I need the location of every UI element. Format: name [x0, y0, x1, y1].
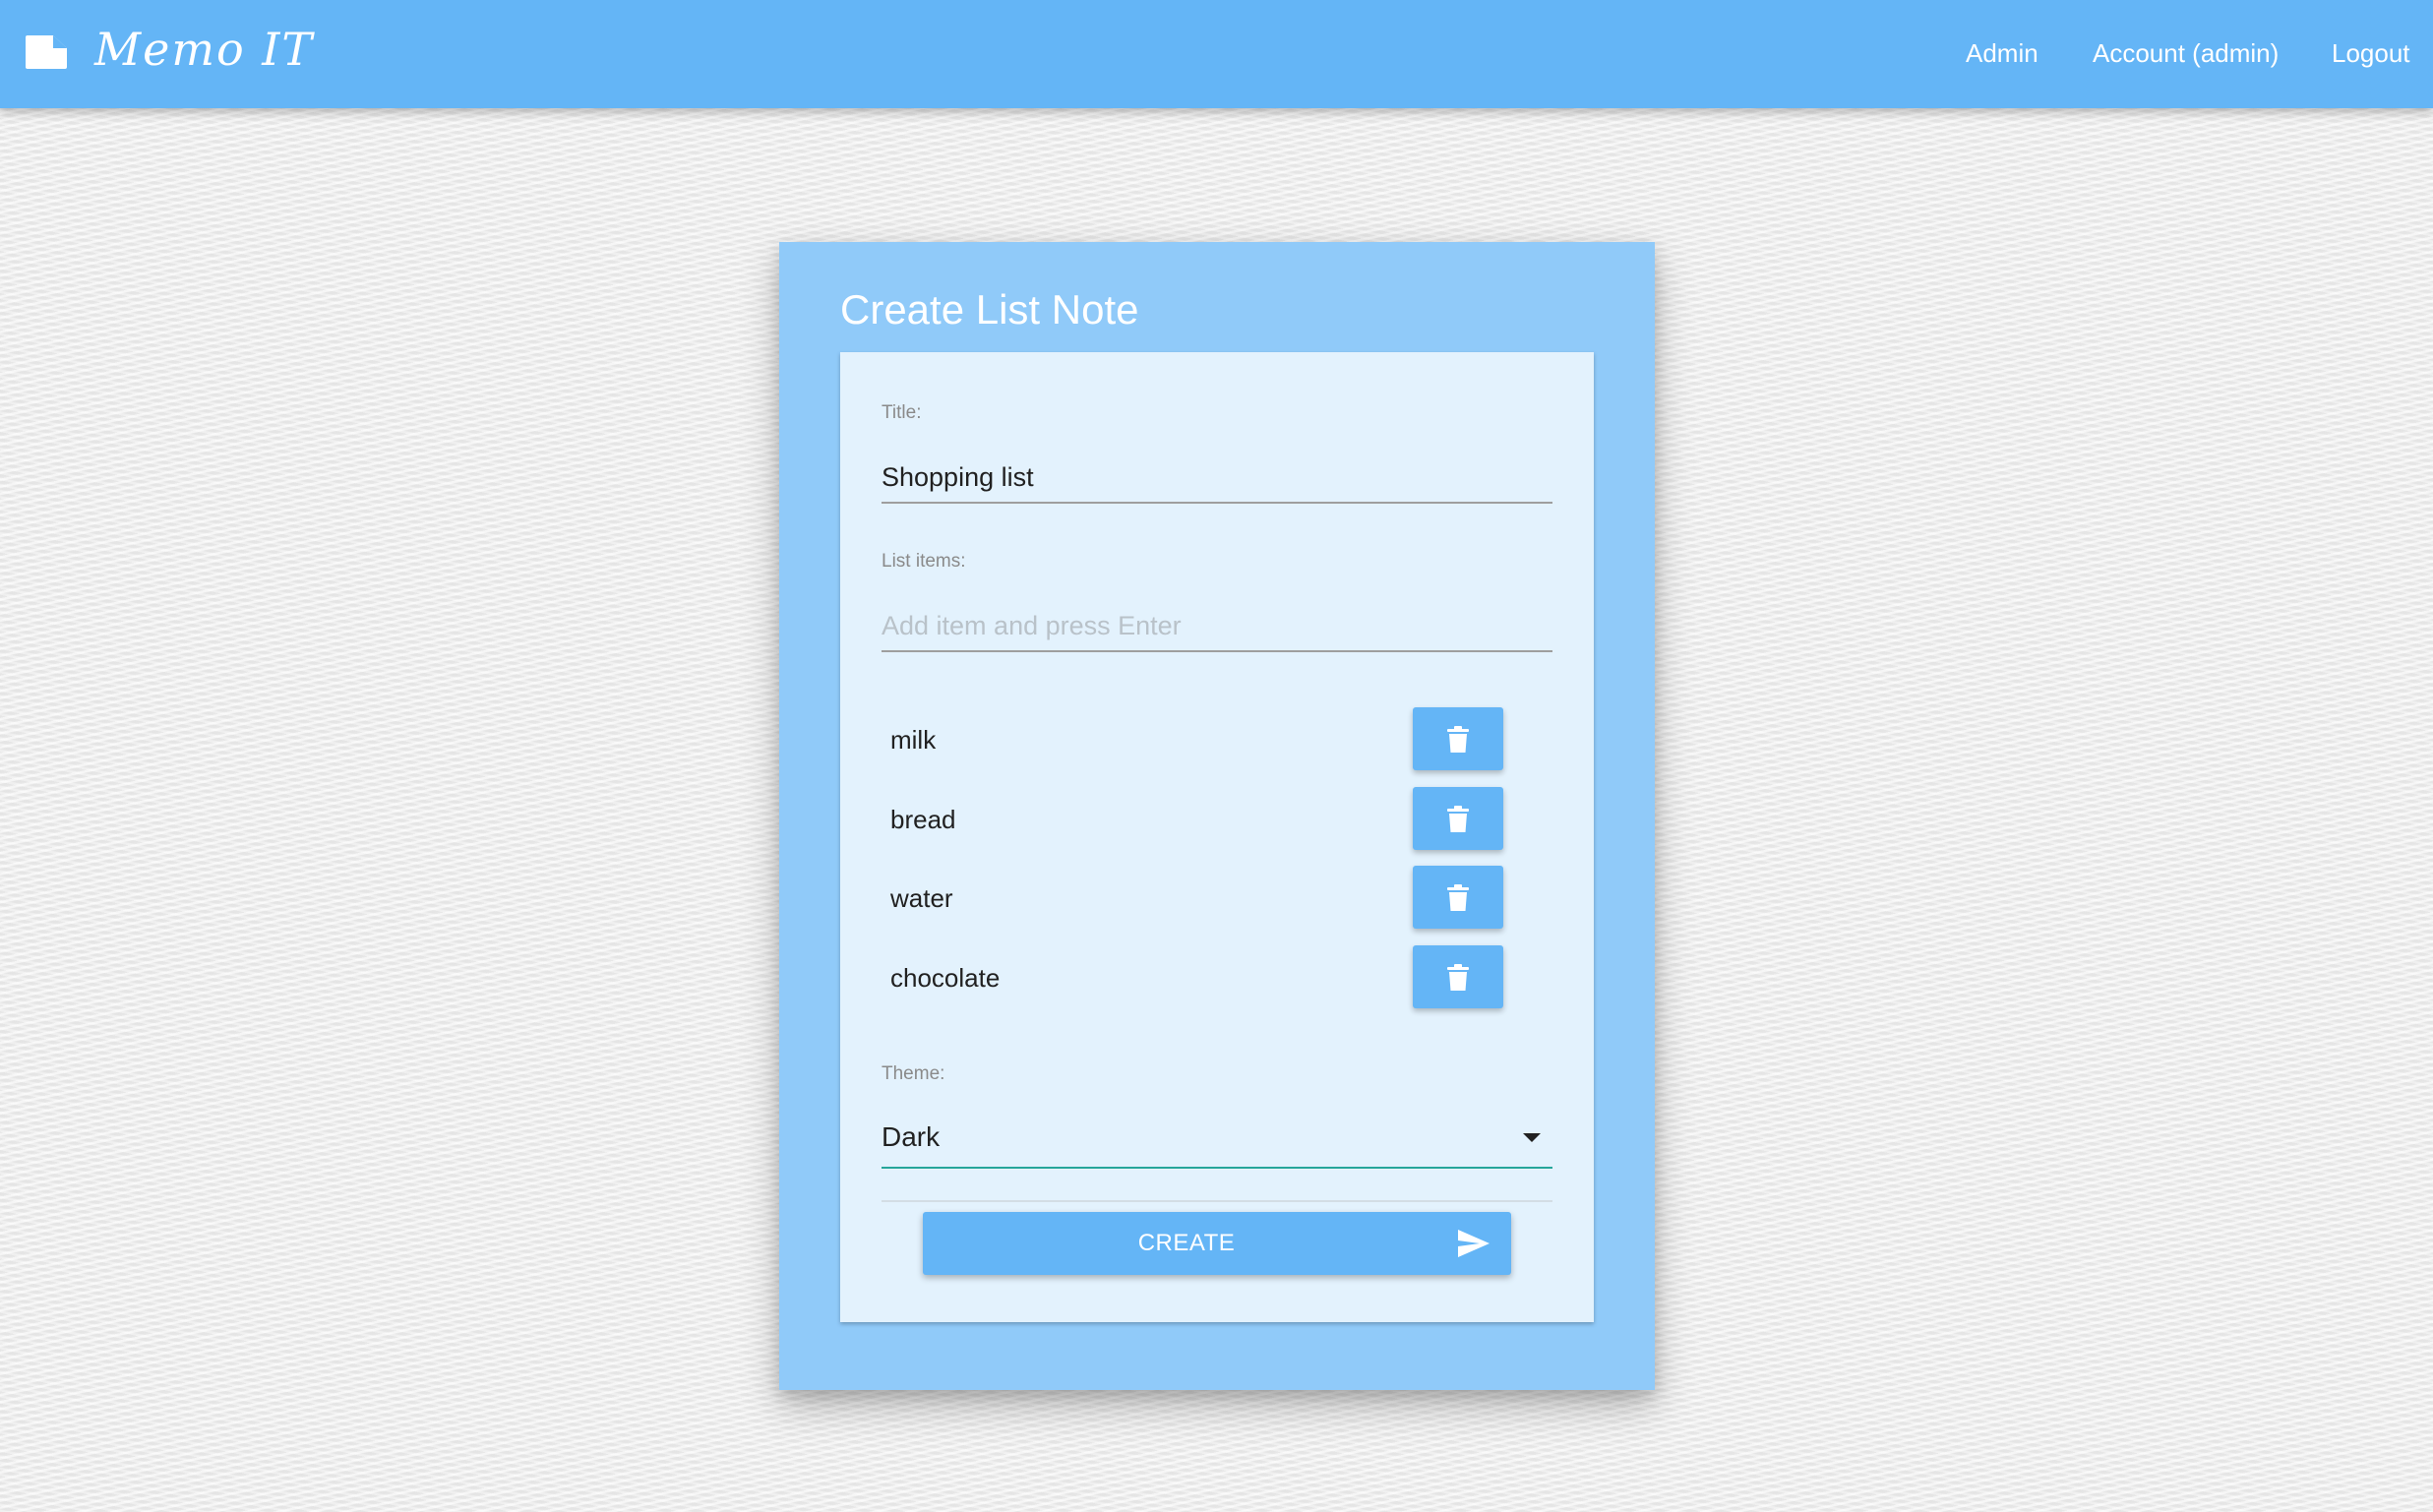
- list-item-label: milk: [890, 725, 937, 755]
- theme-label: Theme:: [882, 1063, 945, 1084]
- theme-select[interactable]: Dark: [882, 1110, 1552, 1169]
- list-item: water: [882, 866, 1552, 931]
- note-form: Title: List items: milk bread: [840, 352, 1594, 1322]
- list-item-input[interactable]: [882, 601, 1552, 652]
- delete-item-button[interactable]: [1413, 707, 1503, 770]
- trash-icon: [1447, 726, 1469, 753]
- note-icon: [26, 35, 67, 69]
- nav-link-account[interactable]: Account (admin): [2093, 35, 2279, 71]
- list-item: milk: [882, 707, 1552, 772]
- delete-item-button[interactable]: [1413, 787, 1503, 850]
- create-button[interactable]: CREATE: [923, 1212, 1511, 1275]
- list-item: chocolate: [882, 945, 1552, 1010]
- delete-item-button[interactable]: [1413, 866, 1503, 929]
- list-items-label: List items:: [882, 551, 966, 572]
- trash-icon: [1447, 884, 1469, 911]
- title-input[interactable]: [882, 453, 1552, 504]
- list-item-label: bread: [890, 805, 956, 834]
- delete-item-button[interactable]: [1413, 945, 1503, 1008]
- top-navbar: Memo IT Admin Account (admin) Logout: [0, 0, 2433, 108]
- nav-link-logout[interactable]: Logout: [2332, 35, 2410, 71]
- title-label: Title:: [882, 402, 922, 423]
- list-item: bread: [882, 787, 1552, 852]
- trash-icon: [1447, 806, 1469, 832]
- list-item-label: water: [890, 883, 953, 913]
- app-brand[interactable]: Memo IT: [94, 20, 314, 79]
- page-title: Create List Note: [840, 286, 1139, 333]
- create-button-label: CREATE: [1137, 1230, 1236, 1256]
- theme-select-value: Dark: [882, 1121, 941, 1152]
- nav-link-admin[interactable]: Admin: [1966, 35, 2038, 71]
- send-icon: [1458, 1230, 1490, 1257]
- trash-icon: [1447, 964, 1469, 991]
- create-note-card: Create List Note Title: List items: milk…: [779, 242, 1655, 1390]
- list-item-label: chocolate: [890, 963, 1001, 993]
- caret-down-icon: [1523, 1133, 1541, 1142]
- divider: [882, 1200, 1552, 1202]
